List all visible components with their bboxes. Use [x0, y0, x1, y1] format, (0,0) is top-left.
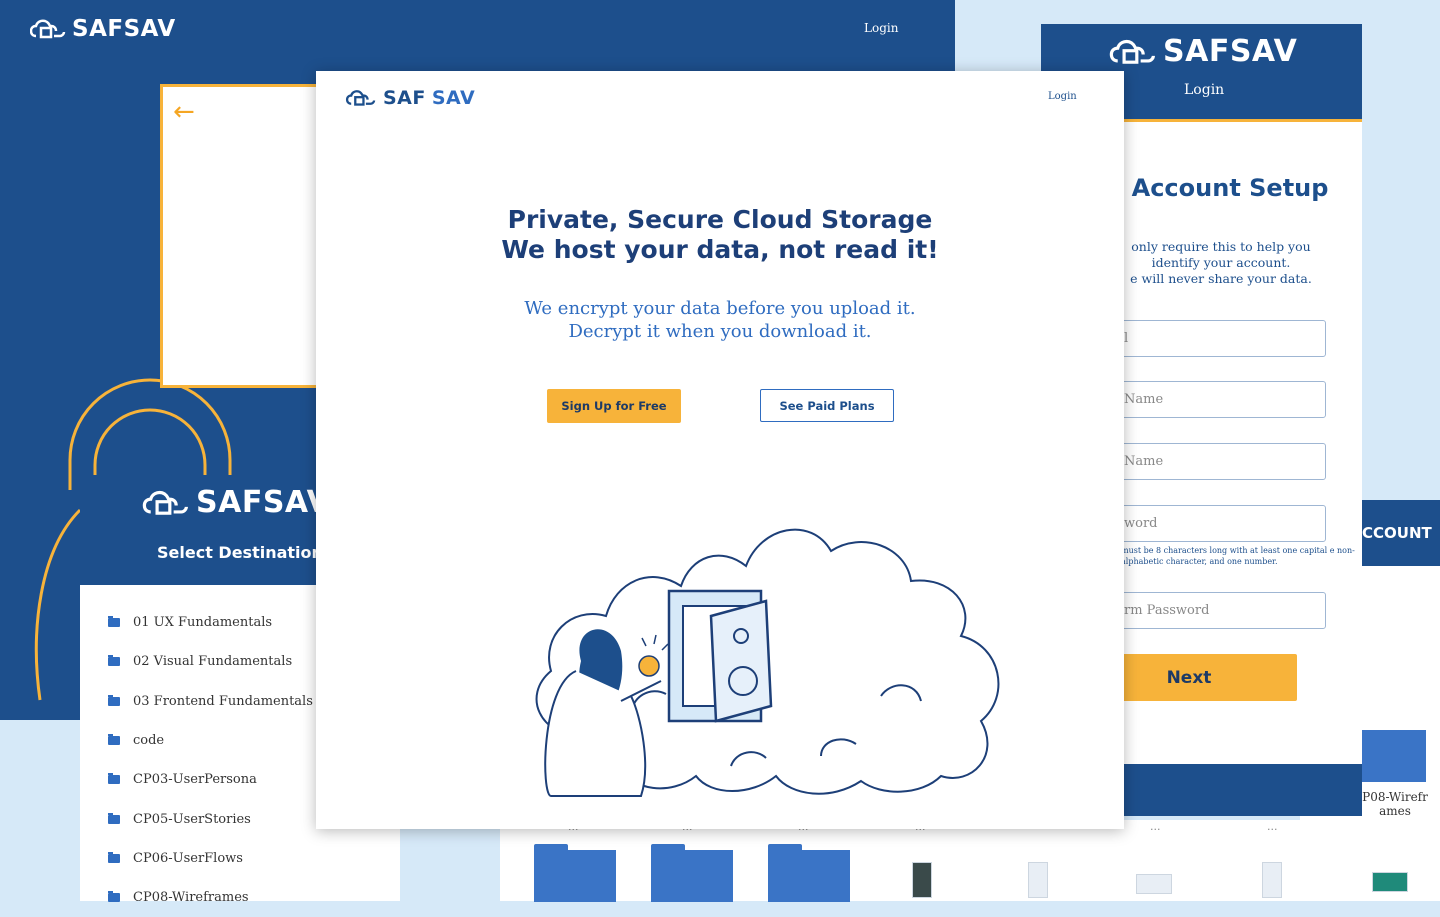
destination-title: Select Destination	[157, 543, 323, 562]
folder-item[interactable]: 01 UX Fundamentals	[108, 603, 313, 642]
folder-icon[interactable]	[534, 844, 616, 902]
folder-item[interactable]: 03 Frontend Fundamentals	[108, 682, 313, 721]
folder-icon	[108, 616, 120, 628]
folder-item[interactable]: CP08-Wireframes	[108, 878, 313, 917]
page-title: e Account Setup	[1107, 174, 1329, 202]
brand-logo[interactable]: SAFSAV	[142, 485, 330, 520]
folder-list: 01 UX Fundamentals 02 Visual Fundamental…	[108, 603, 313, 917]
login-link[interactable]: Login	[1048, 91, 1077, 102]
brand-name: SAFSAV	[72, 16, 176, 42]
login-link[interactable]: Login	[864, 21, 898, 35]
folder-label: P08-Wirefr ames	[1362, 790, 1428, 818]
brand-logo[interactable]: SAFSAV	[345, 87, 475, 109]
folder-item[interactable]: 02 Visual Fundamentals	[108, 642, 313, 681]
file-menu-dots[interactable]: ...	[1267, 820, 1278, 833]
brand-name: SAFSAV	[1163, 34, 1298, 69]
see-plans-button[interactable]: See Paid Plans	[760, 389, 894, 422]
folder-label: 01 UX Fundamentals	[133, 615, 273, 631]
file-thumbnail[interactable]	[1136, 874, 1172, 894]
folder-item[interactable]: code	[108, 721, 313, 760]
folder-icon[interactable]	[768, 844, 850, 902]
brand-logo[interactable]: SAFSAV	[1109, 34, 1297, 69]
brand-name: SAFSAV	[196, 485, 331, 520]
cloud-lock-icon	[345, 90, 376, 106]
folder-label: CP05-UserStories	[133, 811, 251, 827]
folder-label: CP06-UserFlows	[133, 850, 243, 866]
folder-label: CP08-Wireframes	[133, 890, 249, 906]
header-text: CCOUNT	[1362, 524, 1432, 542]
hero-tagline: We encrypt your data before you upload i…	[316, 297, 1124, 343]
folder-icon	[108, 655, 120, 667]
headline-line: We host your data, not read it!	[501, 235, 939, 264]
login-link[interactable]: Login	[1184, 82, 1224, 98]
landing-page-card: SAF SAV Login Private, Secure Cloud Stora…	[316, 71, 1124, 829]
folder-icon[interactable]	[1362, 730, 1426, 782]
folder-icon[interactable]	[651, 844, 733, 902]
file-grid: ... ... ... ... ... ...	[500, 820, 1440, 902]
folder-icon	[108, 812, 120, 824]
headline-line: Private, Secure Cloud Storage	[507, 205, 933, 234]
file-thumbnail[interactable]	[1262, 862, 1282, 898]
brand-name-part2: SAV	[431, 87, 476, 109]
sign-up-button[interactable]: Sign Up for Free	[547, 389, 681, 423]
folder-icon	[108, 734, 120, 746]
folder-label: 03 Frontend Fundamentals	[133, 693, 313, 709]
file-thumbnail[interactable]	[1372, 872, 1408, 892]
folder-label: CP03-UserPersona	[133, 772, 257, 788]
tagline-line: Decrypt it when you download it.	[568, 321, 872, 342]
file-thumbnail[interactable]	[912, 862, 932, 898]
cloud-lock-icon	[1109, 39, 1155, 64]
tagline-line: We encrypt your data before you upload i…	[524, 298, 916, 319]
folder-item[interactable]: CP06-UserFlows	[108, 839, 313, 878]
cloud-lock-icon	[142, 490, 188, 515]
brand-logo[interactable]: SAFSAV	[30, 16, 176, 42]
folder-icon	[108, 773, 120, 785]
brand-name-part1: SAF	[383, 87, 426, 109]
file-thumbnail[interactable]	[1028, 862, 1048, 898]
hero-headline: Private, Secure Cloud Storage We host yo…	[316, 205, 1124, 265]
folder-item[interactable]: CP03-UserPersona	[108, 760, 313, 799]
cloud-safe-illustration	[535, 528, 1000, 797]
cloud-lock-icon	[30, 19, 66, 39]
folder-icon	[108, 851, 120, 863]
file-menu-dots[interactable]: ...	[1150, 820, 1161, 833]
folder-label: 02 Visual Fundamentals	[133, 654, 293, 670]
back-arrow-icon[interactable]: ←	[173, 97, 195, 127]
folder-icon	[108, 694, 120, 706]
folder-label: code	[133, 733, 165, 749]
folder-item[interactable]: CP05-UserStories	[108, 799, 313, 838]
